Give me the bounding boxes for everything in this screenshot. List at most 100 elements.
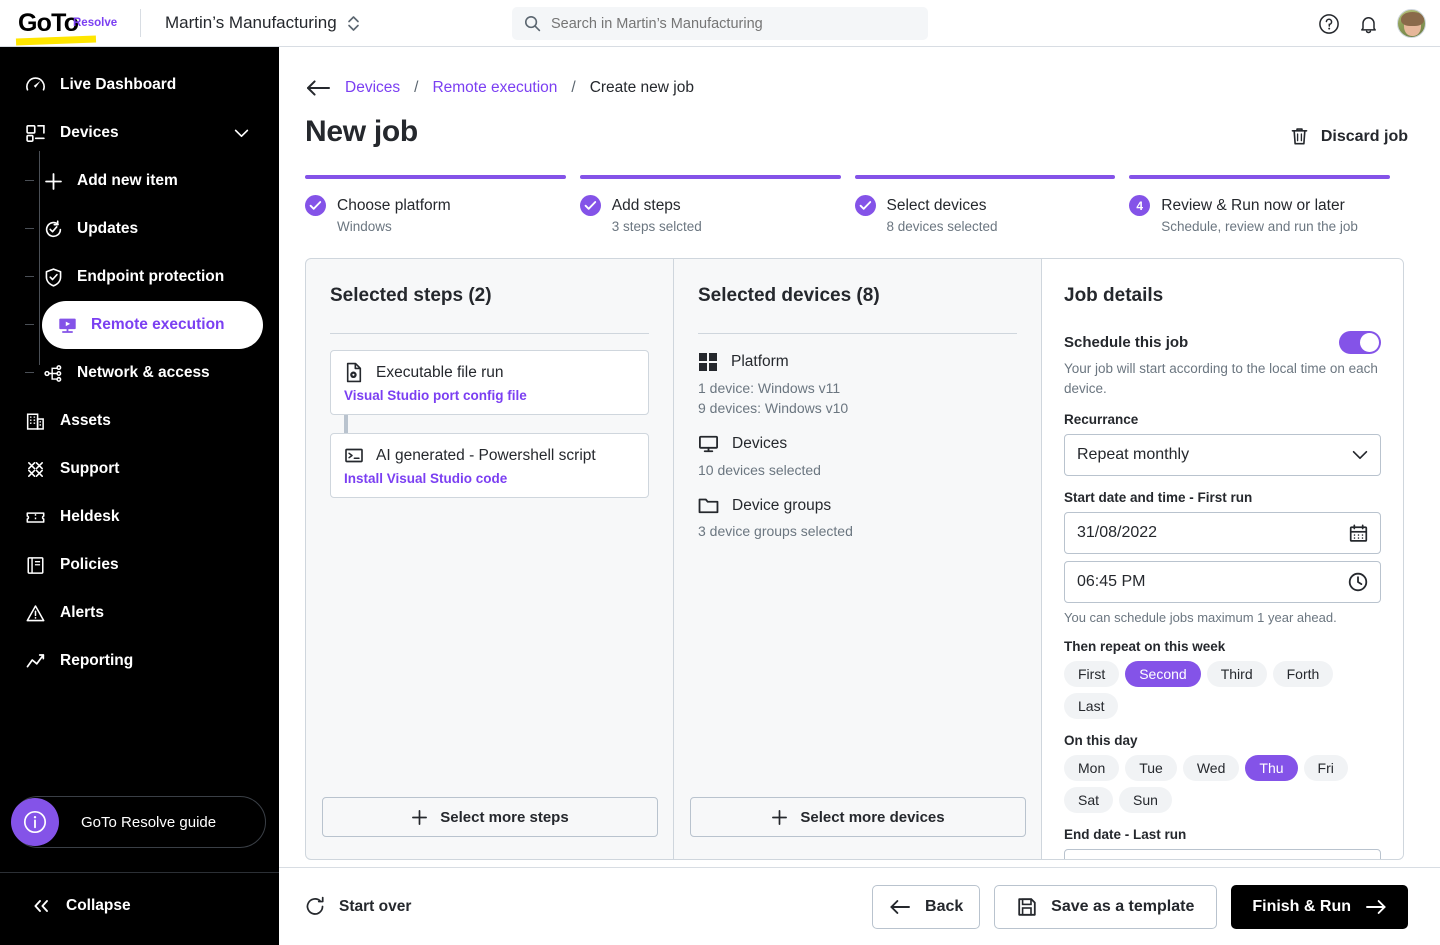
device-group-line: 3 device groups selected [698, 523, 1017, 539]
breadcrumb-item-current: Create new job [590, 79, 694, 97]
discard-job-button[interactable]: Discard job [1290, 126, 1408, 147]
schedule-this-job-label: Schedule this job [1064, 334, 1188, 351]
back-arrow-icon[interactable] [305, 79, 331, 97]
step-card-title: AI generated - Powershell script [376, 447, 596, 465]
week-repeat-label: Then repeat on this week [1064, 639, 1381, 654]
help-icon[interactable] [1318, 13, 1340, 35]
sidebar-item-remote-execution[interactable]: Remote execution [42, 301, 263, 349]
devices-icon [24, 122, 46, 144]
start-date-input[interactable]: 31/08/2022 [1064, 512, 1381, 554]
main-content: Devices / Remote execution / Create new … [279, 47, 1440, 945]
finish-run-label: Finish & Run [1252, 898, 1351, 916]
step-card-link[interactable]: Install Visual Studio code [344, 471, 636, 486]
end-date-input[interactable]: 31/08/2022 [1064, 849, 1381, 860]
step-add-steps[interactable]: Add steps 3 steps selcted [580, 175, 855, 234]
save-as-template-button[interactable]: Save as a template [994, 885, 1217, 929]
start-time-value: 06:45 PM [1077, 573, 1348, 591]
sidebar-label: Add new item [77, 172, 178, 190]
selected-devices-heading: Selected devices (8) [698, 285, 1017, 307]
start-date-value: 31/08/2022 [1077, 524, 1349, 542]
sidebar-label: Policies [60, 556, 119, 574]
sidebar-item-endpoint-protection[interactable]: Endpoint protection [34, 253, 263, 301]
sidebar-item-assets[interactable]: Assets [0, 397, 279, 445]
tenant-switcher[interactable]: Martin’s Manufacturing [165, 13, 360, 33]
sidebar-item-reporting[interactable]: Reporting [0, 637, 279, 685]
day-chip-sun[interactable]: Sun [1119, 787, 1172, 813]
terminal-icon [344, 445, 364, 466]
clock-icon[interactable] [1348, 572, 1368, 592]
job-details-heading: Job details [1064, 285, 1381, 307]
step-connector [344, 415, 348, 433]
executable-file-icon [344, 362, 364, 383]
step-check-icon [305, 195, 326, 216]
select-more-steps-button[interactable]: Select more steps [322, 797, 658, 837]
step-choose-platform[interactable]: Choose platform Windows [305, 175, 580, 234]
ticket-icon [24, 506, 46, 528]
back-label: Back [925, 898, 963, 916]
start-over-button[interactable]: Start over [305, 896, 411, 917]
day-label: On this day [1064, 733, 1381, 748]
sidebar-item-add-new-item[interactable]: Add new item [34, 157, 263, 205]
collapse-sidebar-button[interactable]: Collapse [0, 872, 279, 917]
brand-logo[interactable]: GoTo Resolve [0, 11, 140, 36]
step-card-executable-file-run[interactable]: Executable file run Visual Studio port c… [330, 350, 649, 415]
day-chip-group: Mon Tue Wed Thu Fri Sat Sun [1064, 755, 1356, 813]
sidebar-item-devices[interactable]: Devices [0, 109, 279, 157]
book-icon [24, 554, 46, 576]
sidebar-label: Heldesk [60, 508, 119, 526]
back-button[interactable]: Back [872, 885, 980, 929]
trash-icon [1290, 126, 1309, 147]
sidebar-item-updates[interactable]: Updates [34, 205, 263, 253]
start-time-input[interactable]: 06:45 PM [1064, 561, 1381, 603]
sidebar-label: Remote execution [91, 316, 225, 334]
top-bar-actions [1318, 9, 1426, 38]
arrow-left-icon [889, 899, 911, 915]
avatar[interactable] [1397, 9, 1426, 38]
plus-icon [771, 809, 788, 826]
select-more-steps-label: Select more steps [440, 809, 568, 826]
global-search[interactable] [512, 7, 928, 40]
step-title: Choose platform [337, 197, 451, 215]
breadcrumb-item-devices[interactable]: Devices [345, 79, 400, 97]
schedule-this-job-toggle[interactable] [1339, 331, 1381, 354]
recurrence-select[interactable]: Repeat monthly [1064, 434, 1381, 476]
sidebar-item-support[interactable]: Support [0, 445, 279, 493]
goto-resolve-guide-button[interactable]: GoTo Resolve guide [12, 796, 266, 848]
sidebar-item-heldesk[interactable]: Heldesk [0, 493, 279, 541]
divider [330, 333, 649, 334]
sidebar-item-alerts[interactable]: Alerts [0, 589, 279, 637]
notifications-bell-icon[interactable] [1358, 13, 1379, 35]
week-chip-forth[interactable]: Forth [1273, 661, 1334, 687]
schedule-help-text: Your job will start according to the loc… [1064, 359, 1381, 398]
sidebar-label: Assets [60, 412, 111, 430]
day-chip-tue[interactable]: Tue [1125, 755, 1177, 781]
recurrence-value: Repeat monthly [1077, 446, 1352, 464]
breadcrumb-item-remote-execution[interactable]: Remote execution [432, 79, 557, 97]
chevron-down-icon[interactable] [234, 129, 249, 138]
day-chip-wed[interactable]: Wed [1183, 755, 1240, 781]
step-title: Review & Run now or later [1161, 197, 1345, 215]
day-chip-thu[interactable]: Thu [1245, 755, 1297, 781]
sidebar-item-policies[interactable]: Policies [0, 541, 279, 589]
sidebar-item-network-access[interactable]: Network & access [34, 349, 263, 397]
search-input[interactable] [551, 16, 911, 32]
select-more-devices-button[interactable]: Select more devices [690, 797, 1026, 837]
schedule-max-hint: You can schedule jobs maximum 1 year ahe… [1064, 610, 1381, 625]
sidebar-item-live-dashboard[interactable]: Live Dashboard [0, 61, 279, 109]
week-chip-third[interactable]: Third [1207, 661, 1267, 687]
week-chip-second[interactable]: Second [1125, 661, 1200, 687]
step-card-ai-powershell-script[interactable]: AI generated - Powershell script Install… [330, 433, 649, 498]
week-chip-first[interactable]: First [1064, 661, 1119, 687]
week-chip-last[interactable]: Last [1064, 693, 1118, 719]
day-chip-mon[interactable]: Mon [1064, 755, 1119, 781]
step-select-devices[interactable]: Select devices 8 devices selected [855, 175, 1130, 234]
step-card-link[interactable]: Visual Studio port config file [344, 388, 636, 403]
sidebar-devices-children: Add new item Updates Endpoint protection… [0, 157, 279, 397]
refresh-icon [305, 896, 325, 917]
day-chip-sat[interactable]: Sat [1064, 787, 1113, 813]
finish-and-run-button[interactable]: Finish & Run [1231, 885, 1408, 929]
calendar-icon[interactable] [1349, 524, 1368, 543]
step-subtitle: 3 steps selcted [612, 219, 841, 234]
day-chip-fri[interactable]: Fri [1304, 755, 1348, 781]
step-review-run[interactable]: 4 Review & Run now or later Schedule, re… [1129, 175, 1404, 234]
